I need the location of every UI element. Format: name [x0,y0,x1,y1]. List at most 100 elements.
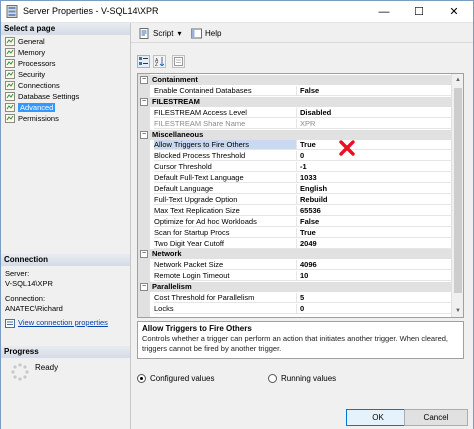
property-value[interactable]: True [296,140,451,151]
category-row[interactable]: − Network [138,249,451,260]
property-row[interactable]: Enable Contained Databases False [138,85,451,96]
alphabetical-view-button[interactable]: A Z [153,55,166,68]
property-row[interactable]: Network Packet Size 4096 [138,260,451,271]
property-value[interactable]: 4096 [296,260,451,271]
collapse-icon[interactable]: − [140,250,148,259]
property-row[interactable]: Default Language English [138,184,451,194]
property-row[interactable]: Cursor Threshold -1 [138,162,451,173]
property-grid[interactable]: ▲ ▼ − Containment Enable Contained Databas… [137,73,464,318]
property-value[interactable]: 0 [296,303,451,314]
property-value[interactable]: True [296,227,451,238]
page-item-label: Connections [18,81,60,90]
property-value[interactable]: English [296,184,451,194]
property-value[interactable]: False [296,85,451,96]
property-name: Default Language [154,184,296,194]
property-row[interactable]: Remote Login Timeout 10 [138,271,451,282]
property-row[interactable]: Scan for Startup Procs True [138,227,451,238]
running-values-radio[interactable] [268,374,277,383]
page-item-label: Processors [18,59,56,68]
property-pages-icon [174,57,183,66]
toolbar: Script ▾ Help [131,23,473,43]
property-row[interactable]: Max Text Replication Size 65536 [138,205,451,216]
property-name: Max Text Replication Size [154,206,296,216]
minimize-button[interactable]: — [367,1,401,22]
collapse-icon[interactable]: − [140,97,148,106]
property-row[interactable]: Allow Triggers to Fire Others True [138,140,451,151]
page-item-connections[interactable]: Connections [5,80,129,91]
category-name: Containment [152,75,198,84]
property-value[interactable]: -1 [296,162,451,173]
category-row[interactable]: − Containment [138,75,451,85]
sort-alphabetical-icon: A Z [155,57,164,66]
page-item-advanced[interactable]: Advanced [5,102,129,113]
progress-header: Progress [1,346,130,358]
property-value[interactable]: 5 [296,293,451,303]
progress-status: Ready [35,363,59,372]
property-value[interactable]: 1033 [296,173,451,184]
property-row[interactable]: Optimize for Ad hoc Workloads False [138,216,451,227]
property-row[interactable]: Cost Threshold for Parallelism 5 [138,293,451,303]
connection-header: Connection [1,254,130,266]
scroll-up-icon[interactable]: ▲ [452,74,463,86]
configured-values-option[interactable]: Configured values [137,374,214,383]
category-name: Parallelism [152,282,192,292]
property-name: Full-Text Upgrade Option [154,195,296,205]
close-button[interactable]: ✕ [437,1,471,22]
category-row[interactable]: − Miscellaneous [138,129,451,140]
grid-toolbar: A Z [137,55,185,70]
page-item-processors[interactable]: Processors [5,58,129,69]
ok-button[interactable]: OK [346,409,410,426]
page-item-label: Permissions [18,114,59,123]
view-connection-properties-link[interactable]: View connection properties [18,318,108,328]
property-value[interactable]: False [296,216,451,227]
property-pages-button[interactable] [172,55,185,68]
page-item-database-settings[interactable]: Database Settings [5,91,129,102]
select-page-header: Select a page [1,23,130,35]
property-name: Cursor Threshold [154,162,296,173]
property-value[interactable]: 65536 [296,205,451,216]
connection-value: ANATEC\Richard [5,304,63,313]
property-row[interactable]: FILESTREAM Access Level Disabled [138,107,451,118]
page-item-permissions[interactable]: Permissions [5,113,129,124]
page-icon [5,114,15,123]
cancel-button[interactable]: Cancel [404,409,468,426]
configured-values-radio[interactable] [137,374,146,383]
category-row[interactable]: − Parallelism [138,282,451,293]
property-value[interactable]: 0 [296,151,451,162]
scroll-thumb[interactable] [454,88,462,293]
scroll-down-icon[interactable]: ▼ [452,305,463,317]
collapse-icon[interactable]: − [140,130,148,139]
property-value[interactable]: XPR [296,118,451,129]
property-row[interactable]: Locks 0 [138,303,451,314]
property-row[interactable]: Full-Text Upgrade Option Rebuild [138,194,451,205]
connection-label: Connection: [5,294,46,303]
collapse-icon[interactable]: − [140,76,148,84]
collapse-icon[interactable]: − [140,283,148,292]
maximize-button[interactable]: ☐ [402,1,436,22]
property-value[interactable]: Disabled [296,107,451,118]
vertical-scrollbar[interactable]: ▲ ▼ [451,74,463,317]
server-properties-window: Server Properties - V-SQL14\XPR — ☐ ✕ Se… [0,0,474,429]
property-value[interactable]: 2049 [296,238,451,249]
svg-text:Z: Z [155,62,158,66]
page-icon [5,37,15,46]
page-item-memory[interactable]: Memory [5,47,129,58]
page-item-security[interactable]: Security [5,69,129,80]
property-row[interactable]: Two Digit Year Cutoff 2049 [138,238,451,249]
running-values-option[interactable]: Running values [268,374,336,383]
property-value[interactable]: Rebuild [296,194,451,205]
chevron-down-icon[interactable]: ▾ [177,29,181,38]
categorized-view-button[interactable] [137,55,150,68]
property-row[interactable]: Default Full-Text Language 1033 [138,173,451,184]
property-row[interactable]: Blocked Process Threshold 0 [138,151,451,162]
help-button[interactable]: Help [191,26,221,40]
property-name: Blocked Process Threshold [154,151,296,162]
page-item-general[interactable]: General [5,36,129,47]
property-name: Enable Contained Databases [154,86,296,96]
red-x-marker-icon [339,140,355,156]
page-icon [5,81,15,90]
property-row[interactable]: FILESTREAM Share Name XPR [138,118,451,129]
property-value[interactable]: 10 [296,271,451,282]
script-button[interactable]: Script ▾ [139,26,181,40]
category-row[interactable]: − FILESTREAM [138,96,451,107]
